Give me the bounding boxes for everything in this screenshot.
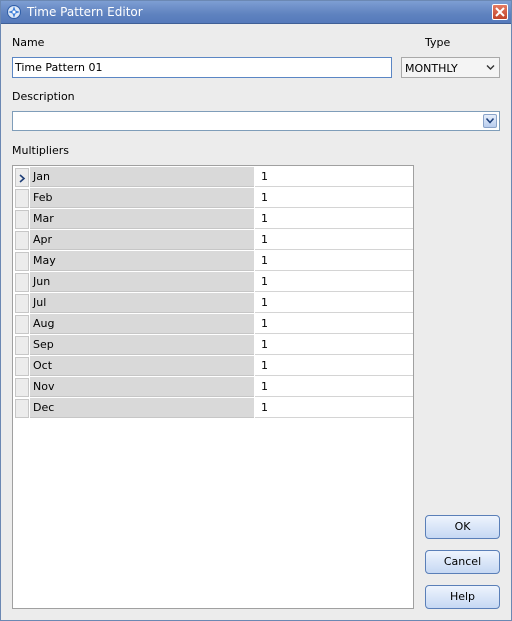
multiplier-cell[interactable]: 1 [255,272,413,292]
table-row[interactable]: Apr 1 [14,230,413,251]
multiplier-cell[interactable]: 1 [255,377,413,397]
table-row[interactable]: May 1 [14,251,413,272]
chevron-down-icon [486,118,494,124]
multiplier-cell[interactable]: 1 [255,230,413,250]
time-pattern-icon [6,4,22,20]
multiplier-cell[interactable]: 1 [255,293,413,313]
row-selector[interactable] [15,294,29,313]
row-selector[interactable] [15,210,29,229]
description-dropdown-button[interactable] [483,114,497,128]
multiplier-cell[interactable]: 1 [255,167,413,187]
ok-button[interactable]: OK [425,515,500,539]
cancel-button[interactable]: Cancel [425,550,500,574]
title-bar[interactable]: Time Pattern Editor [1,1,511,24]
row-selector[interactable] [15,336,29,355]
multiplier-cell[interactable]: 1 [255,314,413,334]
month-cell: Sep [30,335,254,355]
table-row[interactable]: Oct 1 [14,356,413,377]
chevron-down-icon [486,65,495,70]
month-cell: Apr [30,230,254,250]
name-field-value: Time Pattern 01 [15,61,103,74]
row-selector[interactable] [15,273,29,292]
month-cell: Mar [30,209,254,229]
table-row[interactable]: Aug 1 [14,314,413,335]
row-selector[interactable] [15,252,29,271]
month-cell: May [30,251,254,271]
row-pointer-icon [19,174,26,183]
table-row[interactable]: Nov 1 [14,377,413,398]
multipliers-label: Multipliers [12,144,70,157]
table-row[interactable]: Jul 1 [14,293,413,314]
table-row[interactable]: Sep 1 [14,335,413,356]
month-cell: Nov [30,377,254,397]
help-button[interactable]: Help [425,585,500,609]
name-label: Name [12,36,45,49]
multiplier-cell[interactable]: 1 [255,251,413,271]
description-label: Description [12,90,75,103]
row-selector[interactable] [15,399,29,418]
multiplier-cell[interactable]: 1 [255,209,413,229]
close-icon [495,7,505,17]
description-combo[interactable] [12,111,500,131]
month-cell: Oct [30,356,254,376]
multiplier-cell[interactable]: 1 [255,188,413,208]
multiplier-cell[interactable]: 1 [255,356,413,376]
window-title: Time Pattern Editor [27,5,143,19]
month-cell: Feb [30,188,254,208]
month-cell: Dec [30,398,254,418]
row-selector[interactable] [15,189,29,208]
type-select-value: MONTHLY [405,62,458,75]
name-field[interactable]: Time Pattern 01 [12,57,392,78]
table-row[interactable]: Mar 1 [14,209,413,230]
type-select[interactable]: MONTHLY [401,57,500,78]
month-cell: Jul [30,293,254,313]
multiplier-cell[interactable]: 1 [255,335,413,355]
time-pattern-editor-window: Time Pattern Editor Name Type Time Patte… [0,0,512,621]
row-selector[interactable] [15,168,29,187]
row-selector[interactable] [15,357,29,376]
type-label: Type [425,36,451,49]
table-row[interactable]: Jun 1 [14,272,413,293]
row-selector[interactable] [15,315,29,334]
row-selector[interactable] [15,231,29,250]
month-cell: Aug [30,314,254,334]
month-cell: Jan [30,167,254,187]
multiplier-cell[interactable]: 1 [255,398,413,418]
row-selector[interactable] [15,378,29,397]
close-button[interactable] [492,4,508,20]
table-row[interactable]: Jan 1 [14,167,413,188]
table-row[interactable]: Feb 1 [14,188,413,209]
table-row[interactable]: Dec 1 [14,398,413,419]
multipliers-grid[interactable]: Jan 1 Feb 1 Mar 1 Apr 1 May 1 Jun 1 Jul … [12,165,414,609]
month-cell: Jun [30,272,254,292]
